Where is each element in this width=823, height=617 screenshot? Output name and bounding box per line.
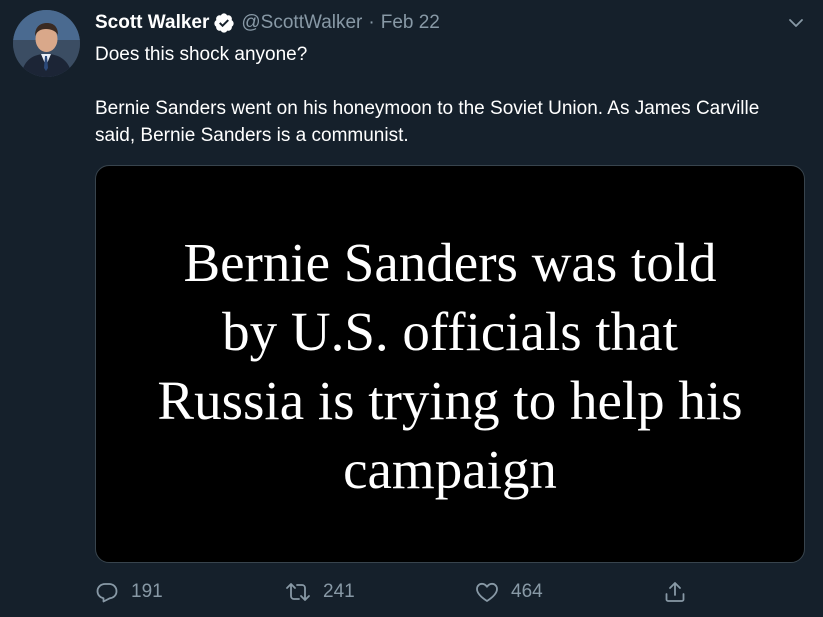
tweet-actions: 191 241 464	[95, 576, 695, 608]
headline-line: campaign	[343, 439, 557, 500]
avatar[interactable]	[13, 10, 80, 77]
heart-icon	[476, 582, 498, 602]
headline-line: Russia is trying to help his	[157, 370, 743, 431]
tweet-media-image[interactable]: Bernie Sanders was told by U.S. official…	[95, 165, 805, 563]
tweet-text: Does this shock anyone? Bernie Sanders w…	[95, 41, 795, 149]
chevron-down-icon[interactable]	[787, 14, 805, 32]
tweet-text-line: Bernie Sanders went on his honeymoon to …	[95, 98, 760, 146]
separator-dot: ·	[368, 12, 375, 33]
tweet-date[interactable]: Feb 22	[381, 10, 440, 36]
tweet: Scott Walker @ScottWalker · Feb 22 Does …	[0, 0, 823, 617]
reply-button[interactable]: 191	[95, 576, 163, 608]
tweet-text-line: Does this shock anyone?	[95, 44, 308, 65]
display-name[interactable]: Scott Walker	[95, 10, 209, 36]
media-headline: Bernie Sanders was told by U.S. official…	[120, 228, 780, 504]
share-button[interactable]	[663, 576, 699, 608]
like-button[interactable]: 464	[475, 576, 543, 608]
like-count: 464	[511, 581, 543, 602]
headline-line: Bernie Sanders was told	[183, 232, 717, 293]
profile-photo-icon	[13, 10, 80, 77]
verified-badge-icon	[213, 12, 235, 34]
retweet-count: 241	[323, 581, 355, 602]
reply-count: 191	[131, 581, 163, 602]
reply-icon	[96, 583, 118, 603]
retweet-icon	[286, 583, 310, 601]
handle[interactable]: @ScottWalker	[241, 10, 362, 36]
retweet-button[interactable]: 241	[285, 576, 355, 608]
headline-line: by U.S. officials that	[222, 301, 678, 362]
tweet-header: Scott Walker @ScottWalker · Feb 22	[95, 10, 440, 36]
share-icon	[665, 582, 685, 602]
